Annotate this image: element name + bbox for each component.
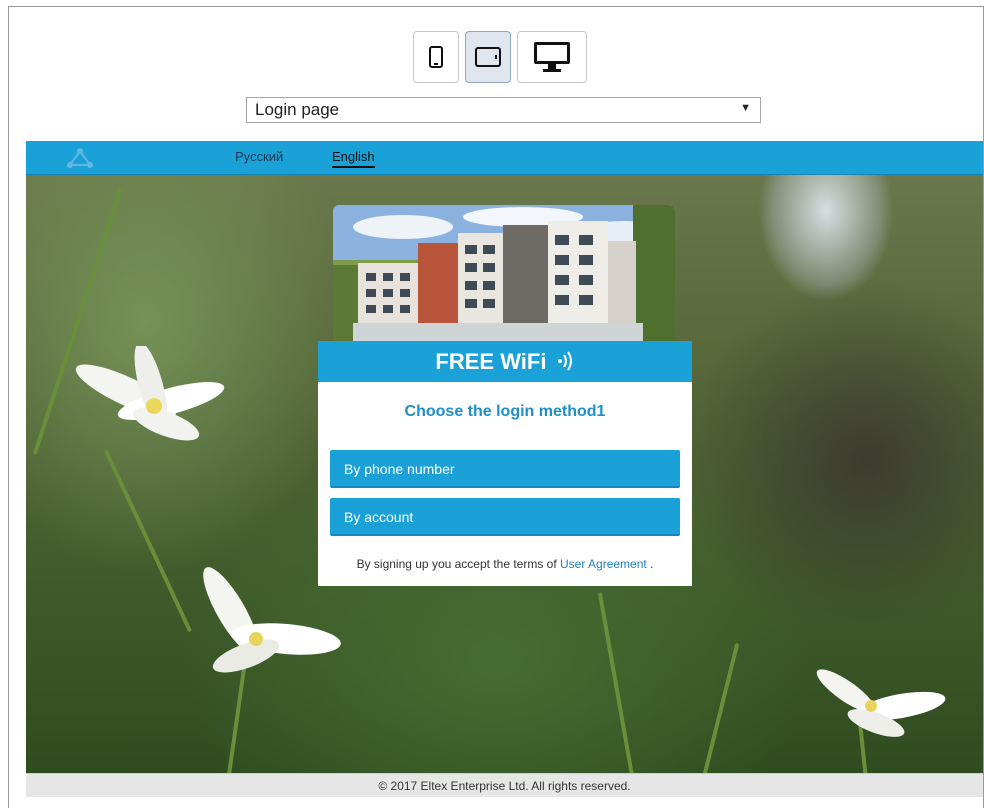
free-wifi-text: FREE WiFi — [435, 349, 547, 374]
login-by-phone-button[interactable]: By phone number — [330, 450, 680, 488]
desktop-icon — [534, 42, 570, 72]
device-switcher — [413, 31, 587, 85]
wifi-signal-icon — [557, 351, 572, 371]
flower-decoration-1 — [75, 346, 225, 441]
desktop-view-button[interactable] — [517, 31, 587, 83]
terms-suffix-text: . — [650, 557, 654, 571]
terms-notice: By signing up you accept the terms of Us… — [318, 557, 692, 571]
page-select[interactable]: Login page ▼ — [246, 97, 761, 123]
tablet-view-button[interactable] — [465, 31, 511, 83]
portal-footer: © 2017 Eltex Enterprise Ltd. All rights … — [26, 773, 983, 797]
hotel-image — [333, 205, 675, 341]
phone-icon — [429, 46, 443, 68]
login-method-title: Choose the login method1 — [404, 403, 606, 420]
login-by-account-button[interactable]: By account — [330, 498, 680, 536]
portal-topbar: Русский English — [26, 141, 983, 175]
flower-decoration-3 — [816, 669, 946, 737]
phone-view-button[interactable] — [413, 31, 459, 83]
user-agreement-link[interactable]: User Agreement — [560, 557, 647, 571]
login-card-body: Choose the login method1 By phone number… — [318, 382, 692, 586]
terms-prefix-text: By signing up you accept the terms of — [356, 557, 557, 571]
free-wifi-banner: FREE WiFi — [318, 341, 692, 382]
language-russian-link[interactable]: Русский — [235, 149, 283, 164]
chevron-down-icon: ▼ — [740, 102, 751, 114]
page-select-value: Login page — [255, 100, 340, 119]
portal-preview: Русский English FREE WiFi Choose the log… — [26, 141, 983, 797]
login-card: FREE WiFi Choose the login method1 By ph… — [318, 205, 692, 586]
copyright-text: © 2017 Eltex Enterprise Ltd. All rights … — [378, 779, 631, 793]
network-logo-icon — [67, 148, 93, 168]
tablet-icon — [475, 47, 501, 67]
language-english-link[interactable]: English — [332, 149, 375, 168]
